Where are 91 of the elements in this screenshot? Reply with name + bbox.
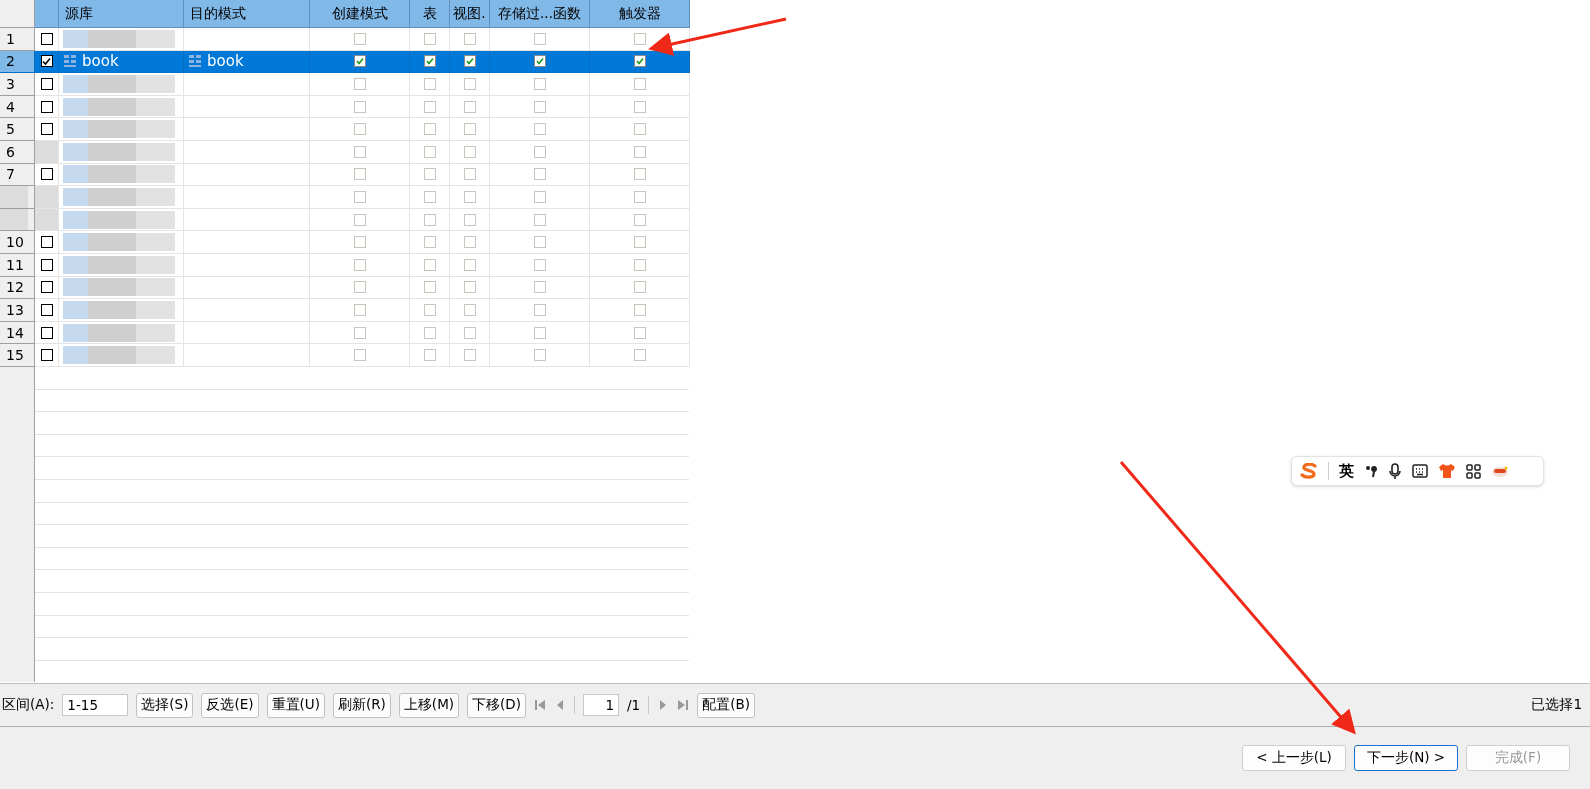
checkbox[interactable]: [353, 55, 366, 68]
check-icon: [355, 57, 364, 66]
table-row[interactable]: 2 book book: [0, 50, 1590, 74]
checkbox[interactable]: [40, 326, 53, 339]
column-header[interactable]: 创建模式: [310, 0, 410, 28]
mascot-icon: [1491, 464, 1509, 478]
page-total: /1: [627, 697, 641, 713]
toolbar-button[interactable]: 刷新(R): [332, 692, 391, 718]
shirt-icon: [1438, 463, 1456, 479]
column-header[interactable]: 表: [410, 0, 450, 28]
table-row[interactable]: 10: [0, 231, 1590, 254]
checkbox[interactable]: [40, 349, 53, 362]
checkbox[interactable]: [40, 123, 53, 136]
checkbox[interactable]: [533, 55, 546, 68]
table-row[interactable]: 5: [0, 118, 1590, 141]
row-number: 13: [6, 301, 24, 318]
column-header: [35, 0, 59, 28]
table-row[interactable]: 11: [0, 253, 1590, 277]
checkbox[interactable]: [40, 258, 53, 271]
toolbar-button[interactable]: 下移(D): [467, 692, 526, 718]
table-row[interactable]: 12: [0, 276, 1590, 300]
check-icon: [535, 57, 544, 66]
row-number: 4: [6, 98, 15, 115]
database-icon: [188, 54, 202, 69]
row-number: 6: [6, 143, 15, 160]
row-number: 7: [6, 166, 15, 183]
redaction-blur: [0, 186, 28, 208]
row-number: 12: [6, 279, 24, 296]
checkbox[interactable]: [40, 303, 53, 316]
column-header[interactable]: 视图.: [450, 0, 490, 28]
row-number: 3: [6, 76, 15, 92]
toolbar-button[interactable]: 反选(E): [201, 692, 259, 718]
redaction-blur: [35, 186, 58, 208]
table-row[interactable]: 4: [0, 95, 1590, 119]
page-field[interactable]: 1: [583, 694, 619, 716]
redaction-blur: [35, 140, 58, 163]
wizard-button[interactable]: < 上一步(L): [1242, 745, 1346, 771]
check-icon: [465, 57, 474, 66]
row-number: 10: [6, 234, 24, 251]
table-cell: book: [82, 52, 119, 71]
row-number: 5: [6, 121, 15, 138]
toolbar-button[interactable]: 选择(S): [136, 692, 194, 718]
row-number: 11: [6, 256, 24, 273]
toolbar-button[interactable]: 上移(M): [398, 692, 460, 718]
row-number: 14: [6, 324, 24, 341]
range-field[interactable]: 1-15: [62, 694, 129, 716]
table-row[interactable]: 14: [0, 321, 1590, 345]
logo-icon: [1300, 463, 1318, 479]
checkbox[interactable]: [463, 55, 476, 68]
checkbox[interactable]: [633, 55, 646, 68]
table-cell: book: [207, 52, 244, 71]
keyboard-icon: [1412, 464, 1428, 478]
row-number: 15: [6, 347, 24, 364]
check-icon: [42, 56, 51, 66]
table-row[interactable]: 15: [0, 344, 1590, 367]
checkbox[interactable]: [40, 100, 53, 113]
column-header[interactable]: 源库: [59, 0, 184, 28]
last-page-icon[interactable]: [677, 699, 690, 711]
wizard-button[interactable]: 下一步(N) >: [1354, 745, 1458, 771]
microphone-icon: [1388, 462, 1402, 480]
first-page-icon[interactable]: [534, 699, 546, 711]
column-header[interactable]: 目的模式: [184, 0, 310, 28]
check-icon: [425, 57, 434, 66]
row-number: 1: [6, 30, 15, 47]
grid-icon: [1466, 463, 1481, 479]
row-number: 2: [6, 53, 15, 70]
table-row[interactable]: 7: [0, 163, 1590, 187]
checkbox[interactable]: [40, 78, 53, 90]
checkbox[interactable]: [423, 55, 436, 68]
checkbox[interactable]: [40, 168, 53, 181]
toolbar-button[interactable]: 重置(U): [266, 692, 325, 718]
check-icon: [635, 57, 644, 66]
column-header[interactable]: 存储过...函数: [490, 0, 590, 28]
checkbox[interactable]: [40, 281, 53, 294]
table-row[interactable]: 13: [0, 299, 1590, 322]
redaction-blur: [0, 208, 28, 231]
config-button[interactable]: 配置(B): [697, 692, 755, 718]
checkbox[interactable]: [40, 55, 53, 68]
checkbox[interactable]: [40, 32, 53, 45]
database-icon: [63, 54, 77, 69]
checkbox[interactable]: [40, 236, 53, 249]
column-header[interactable]: 触发器: [590, 0, 690, 28]
table-row[interactable]: 1: [0, 28, 1590, 51]
wizard-button: 完成(F): [1466, 745, 1570, 771]
redaction-blur: [35, 208, 58, 231]
header-corner: [0, 0, 35, 28]
range-label: 区间(A):: [2, 696, 55, 714]
selection-status: 已选择1: [1531, 696, 1582, 714]
input-mode-toggle[interactable]: 英: [1339, 461, 1354, 481]
table-row[interactable]: 3: [0, 73, 1590, 96]
punctuation-icon: [1364, 464, 1378, 478]
